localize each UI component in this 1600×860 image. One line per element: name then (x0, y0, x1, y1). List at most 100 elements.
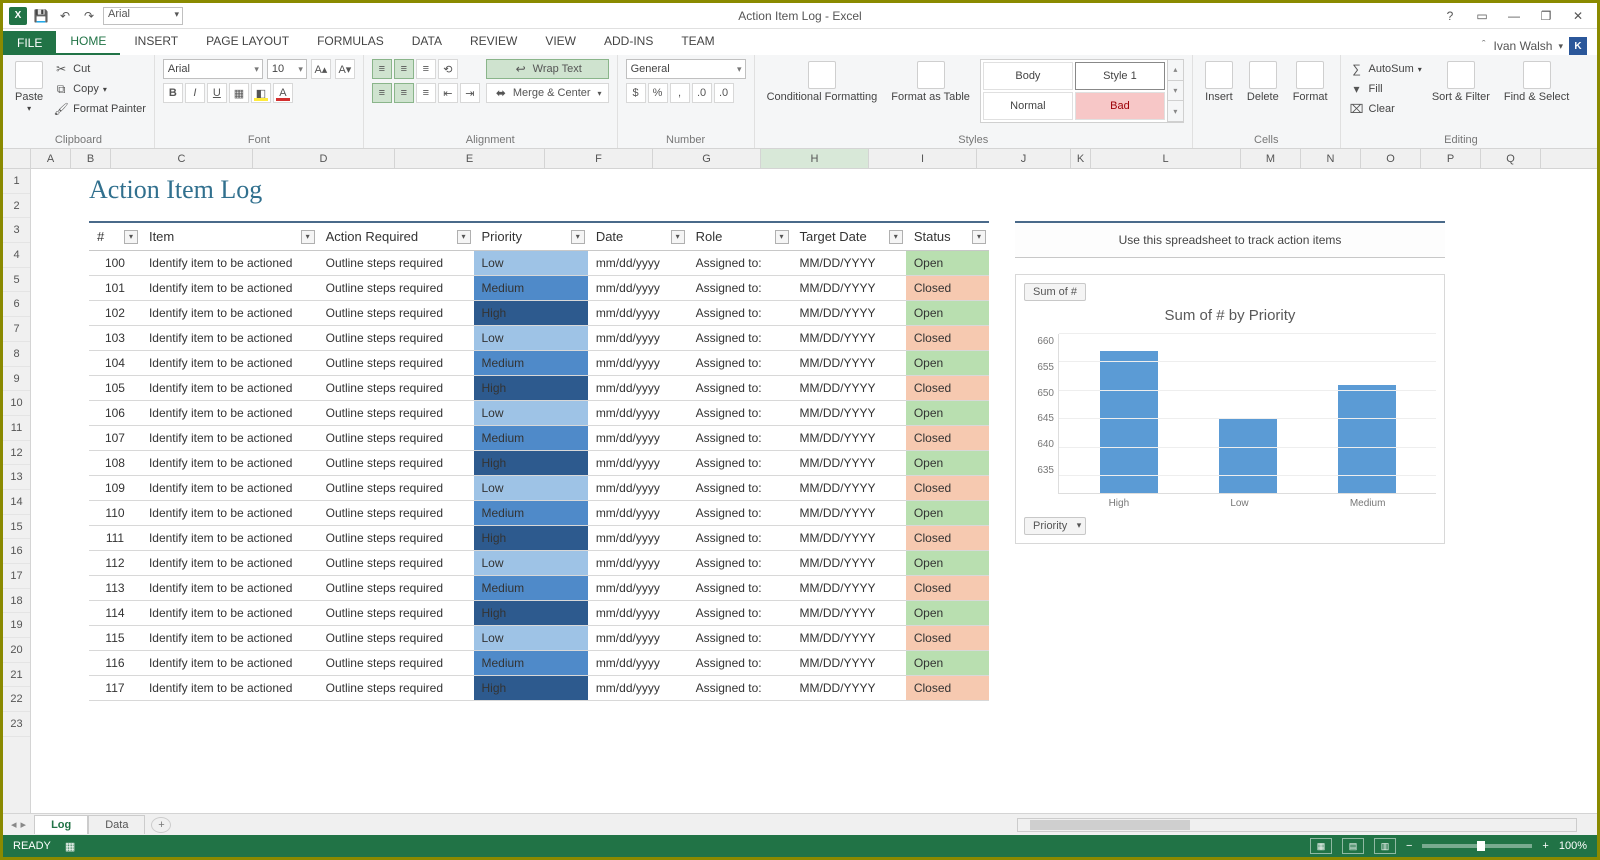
row-header-13[interactable]: 13 (3, 465, 30, 490)
table-cell[interactable]: Identify item to be actioned (141, 626, 318, 651)
table-cell[interactable]: Outline steps required (318, 676, 474, 701)
autosum-button[interactable]: ∑AutoSum▾ (1349, 59, 1422, 79)
table-cell[interactable]: Outline steps required (318, 526, 474, 551)
col-header-B[interactable]: B (71, 149, 111, 168)
format-painter-button[interactable]: 🖌Format Painter (53, 99, 146, 119)
font-name-combo[interactable]: Arial (163, 59, 263, 79)
table-cell[interactable]: Medium (474, 501, 588, 526)
collapse-ribbon-icon[interactable]: ˆ (1474, 35, 1494, 55)
col-header-D[interactable]: D (253, 149, 395, 168)
table-row[interactable]: 104Identify item to be actionedOutline s… (89, 351, 989, 376)
table-cell[interactable]: 102 (89, 301, 141, 326)
table-cell[interactable]: Identify item to be actioned (141, 651, 318, 676)
table-cell[interactable]: Assigned to: (688, 276, 792, 301)
table-cell[interactable]: 109 (89, 476, 141, 501)
table-cell[interactable]: Identify item to be actioned (141, 376, 318, 401)
col-header-G[interactable]: G (653, 149, 761, 168)
row-header-18[interactable]: 18 (3, 589, 30, 614)
table-cell[interactable]: Identify item to be actioned (141, 276, 318, 301)
col-header-A[interactable]: A (31, 149, 71, 168)
table-cell[interactable]: Identify item to be actioned (141, 401, 318, 426)
currency-button[interactable]: $ (626, 83, 646, 103)
table-cell[interactable]: Closed (906, 526, 989, 551)
filter-button[interactable]: ▾ (972, 230, 986, 244)
col-header-J[interactable]: J (977, 149, 1071, 168)
table-cell[interactable]: Assigned to: (688, 426, 792, 451)
table-header[interactable]: #▾ (89, 222, 141, 251)
col-header-E[interactable]: E (395, 149, 545, 168)
row-header-2[interactable]: 2 (3, 194, 30, 219)
table-header[interactable]: Date▾ (588, 222, 688, 251)
zoom-level[interactable]: 100% (1559, 840, 1587, 852)
table-cell[interactable]: MM/DD/YYYY (792, 576, 906, 601)
ribbon-tab-insert[interactable]: INSERT (120, 29, 192, 55)
table-cell[interactable]: Assigned to: (688, 676, 792, 701)
table-header[interactable]: Role▾ (688, 222, 792, 251)
table-cell[interactable]: 112 (89, 551, 141, 576)
copy-button[interactable]: ⧉Copy▾ (53, 79, 146, 99)
table-cell[interactable]: mm/dd/yyyy (588, 326, 688, 351)
style-style1[interactable]: Style 1 (1075, 62, 1165, 90)
col-header-P[interactable]: P (1421, 149, 1481, 168)
table-row[interactable]: 112Identify item to be actionedOutline s… (89, 551, 989, 576)
table-row[interactable]: 101Identify item to be actionedOutline s… (89, 276, 989, 301)
save-icon[interactable]: 💾 (31, 6, 51, 26)
pivot-chart[interactable]: Sum of # Sum of # by Priority 6606556506… (1015, 274, 1445, 544)
table-cell[interactable]: Open (906, 601, 989, 626)
table-cell[interactable]: mm/dd/yyyy (588, 651, 688, 676)
table-cell[interactable]: Low (474, 251, 588, 276)
col-header-I[interactable]: I (869, 149, 977, 168)
table-cell[interactable]: Assigned to: (688, 576, 792, 601)
view-layout-icon[interactable]: ▤ (1342, 838, 1364, 854)
row-header-20[interactable]: 20 (3, 638, 30, 663)
table-cell[interactable]: 117 (89, 676, 141, 701)
table-cell[interactable]: MM/DD/YYYY (792, 376, 906, 401)
row-header-11[interactable]: 11 (3, 416, 30, 441)
table-cell[interactable]: Identify item to be actioned (141, 476, 318, 501)
table-cell[interactable]: Outline steps required (318, 476, 474, 501)
table-cell[interactable]: 114 (89, 601, 141, 626)
table-cell[interactable]: MM/DD/YYYY (792, 426, 906, 451)
table-cell[interactable]: MM/DD/YYYY (792, 476, 906, 501)
col-header-H[interactable]: H (761, 149, 869, 168)
table-cell[interactable]: MM/DD/YYYY (792, 401, 906, 426)
table-cell[interactable]: High (474, 676, 588, 701)
bold-button[interactable]: B (163, 83, 183, 103)
user-account[interactable]: Ivan Walsh ▾ K (1494, 37, 1587, 55)
align-bottom-button[interactable]: ≡ (416, 59, 436, 79)
increase-indent-button[interactable]: ⇥ (460, 83, 480, 103)
number-format-combo[interactable]: General (626, 59, 746, 79)
table-cell[interactable]: Outline steps required (318, 376, 474, 401)
table-cell[interactable]: Assigned to: (688, 551, 792, 576)
col-header-M[interactable]: M (1241, 149, 1301, 168)
ribbon-tab-home[interactable]: HOME (56, 29, 120, 55)
table-row[interactable]: 116Identify item to be actionedOutline s… (89, 651, 989, 676)
col-header-K[interactable]: K (1071, 149, 1091, 168)
horizontal-scrollbar[interactable] (1017, 818, 1577, 832)
table-cell[interactable]: Low (474, 626, 588, 651)
row-header-4[interactable]: 4 (3, 243, 30, 268)
table-cell[interactable]: High (474, 451, 588, 476)
chart-bar[interactable] (1100, 351, 1158, 493)
font-color-button[interactable]: A (273, 83, 293, 103)
table-cell[interactable]: Assigned to: (688, 351, 792, 376)
sheet-tab-log[interactable]: Log (34, 815, 88, 834)
table-cell[interactable]: 113 (89, 576, 141, 601)
table-row[interactable]: 100Identify item to be actionedOutline s… (89, 251, 989, 276)
table-cell[interactable]: 108 (89, 451, 141, 476)
row-header-9[interactable]: 9 (3, 367, 30, 392)
table-row[interactable]: 111Identify item to be actionedOutline s… (89, 526, 989, 551)
col-header-F[interactable]: F (545, 149, 653, 168)
paste-button[interactable]: Paste▾ (11, 59, 47, 116)
table-cell[interactable]: Outline steps required (318, 251, 474, 276)
orientation-button[interactable]: ⟲ (438, 59, 458, 79)
chart-bar[interactable] (1338, 385, 1396, 493)
table-cell[interactable]: Assigned to: (688, 626, 792, 651)
conditional-formatting-button[interactable]: Conditional Formatting (763, 59, 882, 105)
zoom-in-icon[interactable]: + (1542, 840, 1548, 852)
table-cell[interactable]: Assigned to: (688, 651, 792, 676)
table-header[interactable]: Action Required▾ (318, 222, 474, 251)
row-header-6[interactable]: 6 (3, 292, 30, 317)
table-cell[interactable]: Identify item to be actioned (141, 576, 318, 601)
table-cell[interactable]: mm/dd/yyyy (588, 526, 688, 551)
